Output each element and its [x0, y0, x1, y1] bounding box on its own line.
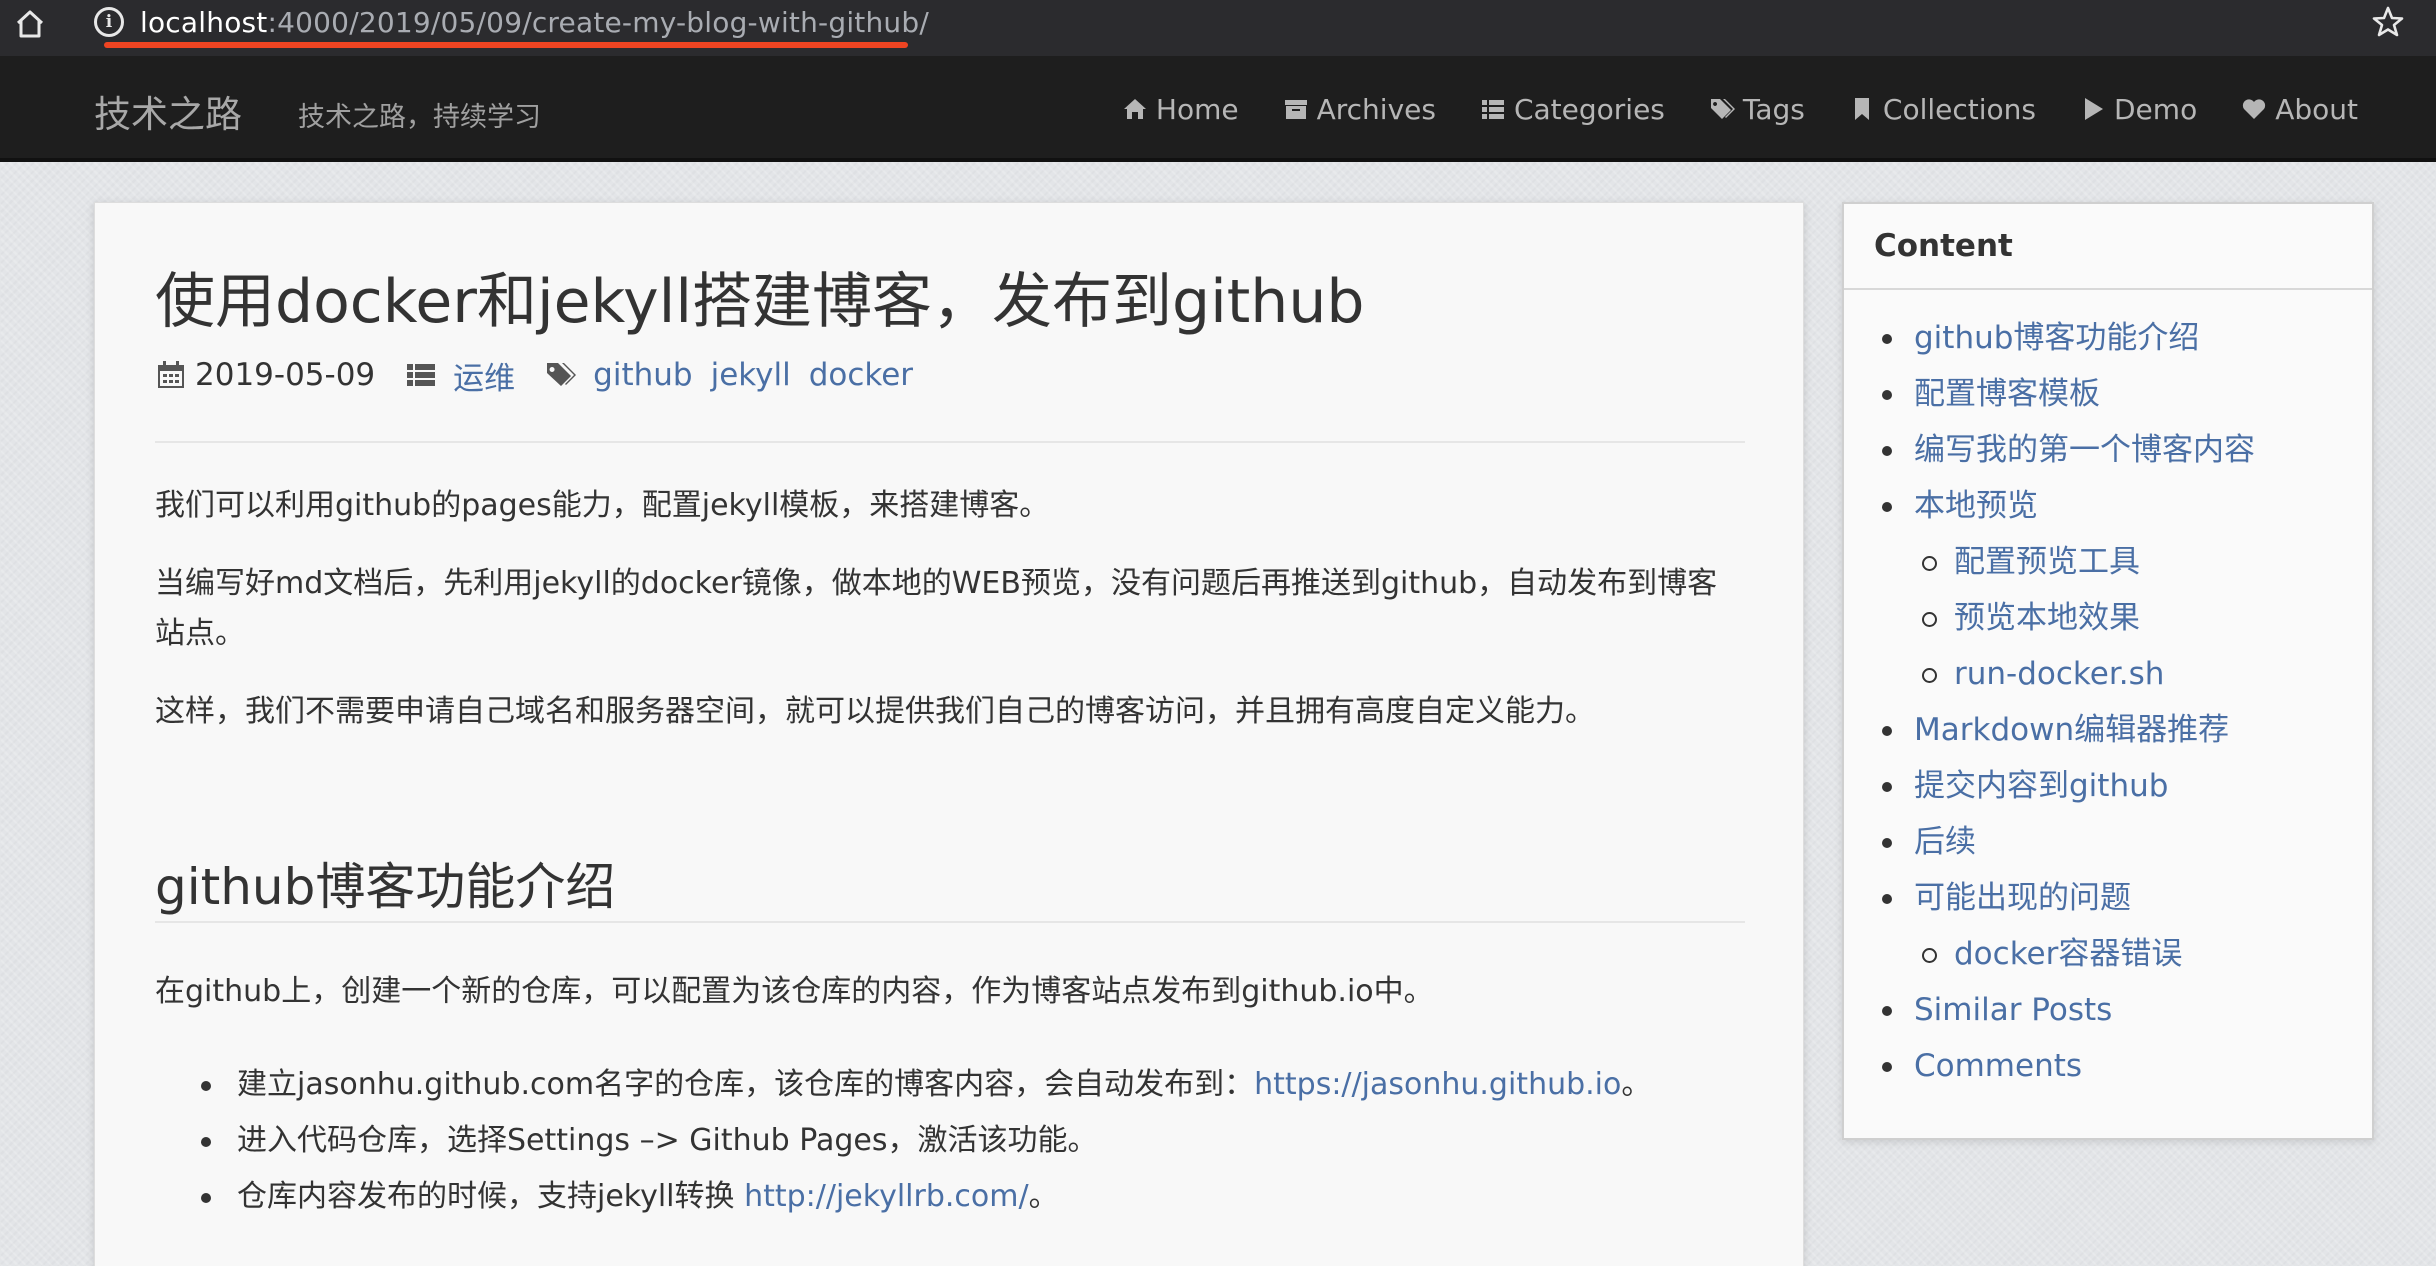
toc-subitem: 配置预览工具: [1844, 534, 2372, 590]
list-item-suffix: 。: [1028, 1179, 1059, 1214]
intro-paragraph-3: 这样，我们不需要申请自己域名和服务器空间，就可以提供我们自己的博客访问，并且拥有…: [155, 694, 1595, 729]
nav-item-home[interactable]: Home: [1122, 93, 1239, 126]
list-icon: [1481, 100, 1504, 119]
toc-sidebar: Content github博客功能介绍 配置博客模板 编写我的第一个博客内容 …: [1842, 202, 2374, 1140]
category-list-icon: [407, 364, 436, 386]
tag-link-github[interactable]: github: [593, 357, 692, 393]
url-path: :4000/2019/05/09/create-my-blog-with-git…: [267, 5, 929, 39]
url-text[interactable]: localhost:4000/2019/05/09/create-my-blog…: [140, 6, 929, 39]
toc-subitem: 预览本地效果: [1844, 590, 2372, 646]
tag-link-docker[interactable]: docker: [809, 357, 913, 393]
bookmark-icon: [1854, 98, 1869, 120]
nav-menu: Home Archives Categories Tags Collection…: [1122, 56, 2358, 162]
play-icon: [2085, 98, 2103, 120]
nav-item-label: Demo: [2114, 92, 2198, 126]
toc-link[interactable]: 后续: [1914, 824, 1976, 860]
post-meta: 2019-05-09 运维 github jekyll docker: [155, 353, 913, 398]
toc-item: 后续: [1844, 814, 2372, 870]
toc-link[interactable]: 配置预览工具: [1954, 544, 2140, 580]
star-icon: [2372, 6, 2404, 37]
nav-item-label: About: [2275, 92, 2358, 126]
archive-icon: [1284, 100, 1307, 119]
jekyllrb-link[interactable]: http://jekyllrb.com/: [744, 1179, 1029, 1214]
nav-item-collections[interactable]: Collections: [1849, 93, 2036, 126]
tags-icon: [1710, 99, 1735, 119]
nav-item-demo[interactable]: Demo: [2080, 93, 2197, 126]
section-intro-paragraph: 在github上，创建一个新的仓库，可以配置为该仓库的内容，作为博客站点发布到g…: [155, 974, 1434, 1009]
post-category-link[interactable]: 运维: [453, 353, 515, 398]
nav-item-tags[interactable]: Tags: [1709, 93, 1805, 126]
toc-link[interactable]: 编写我的第一个博客内容: [1914, 432, 2255, 468]
toc-link[interactable]: github博客功能介绍: [1914, 320, 2199, 356]
nav-item-label: Categories: [1513, 92, 1665, 126]
toc-item: 本地预览: [1844, 478, 2372, 534]
home-icon: [1123, 99, 1146, 119]
toc-link[interactable]: 配置博客模板: [1914, 376, 2100, 412]
post-title: 使用docker和jekyll搭建博客，发布到github: [155, 267, 1365, 337]
list-item: 仓库内容发布的时候，支持jekyll转换 http://jekyllrb.com…: [155, 1169, 1745, 1225]
heart-icon: [2243, 99, 2266, 119]
browser-toolbar: i localhost:4000/2019/05/09/create-my-bl…: [0, 0, 2436, 56]
toc-item: Markdown编辑器推荐: [1844, 702, 2372, 758]
toc-subitem: docker容器错误: [1844, 926, 2372, 982]
toc-link[interactable]: 预览本地效果: [1954, 600, 2140, 636]
url-host: localhost: [140, 5, 268, 39]
site-brand-link[interactable]: 技术之路: [94, 84, 242, 138]
toc-link[interactable]: 可能出现的问题: [1914, 880, 2131, 916]
list-item: 建立jasonhu.github.com名字的仓库，该仓库的博客内容，会自动发布…: [155, 1057, 1745, 1113]
nav-item-archives[interactable]: Archives: [1283, 93, 1436, 126]
toc-list: github博客功能介绍 配置博客模板 编写我的第一个博客内容 本地预览 配置预…: [1844, 290, 2372, 1094]
toc-item: 配置博客模板: [1844, 366, 2372, 422]
toc-header: Content: [1844, 204, 2372, 290]
site-info-icon[interactable]: i: [94, 7, 124, 37]
site-navbar: 技术之路 技术之路，持续学习 Home Archives Categories …: [0, 56, 2436, 162]
section-divider: [155, 921, 1745, 923]
post-date: 2019-05-09: [195, 357, 376, 393]
nav-item-label: Home: [1155, 92, 1239, 126]
github-io-link[interactable]: https://jasonhu.github.io: [1254, 1067, 1621, 1102]
bookmark-star-button[interactable]: [2370, 4, 2406, 40]
toc-item: 可能出现的问题: [1844, 870, 2372, 926]
toc-link[interactable]: docker容器错误: [1954, 936, 2182, 972]
intro-paragraph-1: 我们可以利用github的pages能力，配置jekyll模板，来搭建博客。: [155, 488, 1050, 523]
list-item-suffix: 。: [1621, 1067, 1652, 1102]
toc-item: github博客功能介绍: [1844, 310, 2372, 366]
toc-link[interactable]: Markdown编辑器推荐: [1914, 712, 2229, 748]
toc-link[interactable]: Comments: [1914, 1048, 2082, 1084]
tags-icon: [547, 363, 577, 386]
toc-link[interactable]: Similar Posts: [1914, 992, 2112, 1028]
list-item-text: 进入代码仓库，选择Settings –> Github Pages，激活该功能。: [237, 1123, 1098, 1158]
site-tagline: 技术之路，持续学习: [298, 102, 541, 133]
feature-bullet-list: 建立jasonhu.github.com名字的仓库，该仓库的博客内容，会自动发布…: [155, 1057, 1745, 1225]
address-bar[interactable]: i localhost:4000/2019/05/09/create-my-bl…: [78, 0, 2358, 44]
section-heading: github博客功能介绍: [155, 858, 616, 916]
intro-paragraph-2: 当编写好md文档后，先利用jekyll的docker镜像，做本地的WEB预览，没…: [155, 566, 1718, 651]
calendar-icon: [158, 361, 184, 388]
nav-item-label: Tags: [1742, 92, 1805, 126]
toc-link[interactable]: run-docker.sh: [1954, 656, 2164, 692]
post-tags: github jekyll docker: [593, 357, 913, 393]
nav-item-label: Archives: [1316, 92, 1436, 126]
nav-item-label: Collections: [1882, 92, 2036, 126]
list-item-text: 仓库内容发布的时候，支持jekyll转换: [237, 1179, 745, 1214]
tag-link-jekyll[interactable]: jekyll: [711, 357, 791, 393]
toc-link[interactable]: 本地预览: [1914, 488, 2038, 524]
nav-item-categories[interactable]: Categories: [1480, 93, 1665, 126]
nav-item-about[interactable]: About: [2241, 93, 2358, 126]
toc-item: Comments: [1844, 1038, 2372, 1094]
browser-home-button[interactable]: [12, 6, 48, 42]
home-outline-icon: [16, 10, 44, 38]
toc-link[interactable]: 提交内容到github: [1914, 768, 2168, 804]
toc-item: 提交内容到github: [1844, 758, 2372, 814]
toc-item: Similar Posts: [1844, 982, 2372, 1038]
meta-divider: [155, 441, 1745, 443]
toc-subitem: run-docker.sh: [1844, 646, 2372, 702]
toc-item: 编写我的第一个博客内容: [1844, 422, 2372, 478]
post-card: 使用docker和jekyll搭建博客，发布到github 2019-05-09…: [94, 202, 1804, 1266]
list-item-text: 建立jasonhu.github.com名字的仓库，该仓库的博客内容，会自动发布…: [237, 1067, 1255, 1102]
url-highlight-underline: [104, 42, 908, 48]
list-item: 进入代码仓库，选择Settings –> Github Pages，激活该功能。: [155, 1113, 1745, 1169]
